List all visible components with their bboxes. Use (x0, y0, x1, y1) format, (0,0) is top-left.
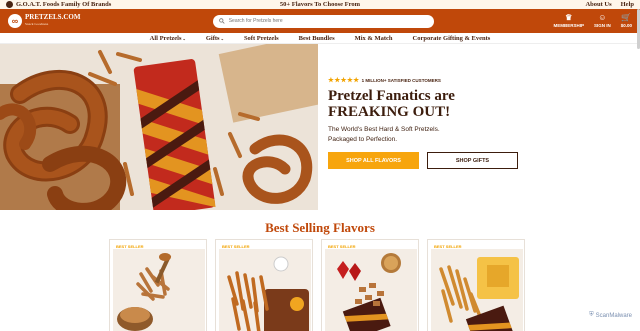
product-card[interactable]: BEST SELLER (321, 239, 419, 331)
rating-row: ★★★★★ 1 MILLION+ SATISFIED CUSTOMERS (328, 76, 628, 84)
logo-text: PRETZELS.COM (25, 13, 81, 21)
shop-all-flavors-button[interactable]: SHOP ALL FLAVORS (328, 152, 419, 169)
product-image (431, 249, 523, 331)
nav-label: Gifts (205, 34, 220, 42)
crown-icon: ♛ (565, 13, 573, 22)
pretzel-logo-icon: ∞ (8, 14, 22, 28)
nav-item-mix-match[interactable]: Mix & Match (345, 35, 403, 42)
shield-icon: ⛨ (589, 312, 594, 318)
best-selling-title: Best Selling Flavors (265, 220, 375, 235)
main-header: ∞ PRETZELS.COM Snack Goodness ♛ MEMBERSH… (0, 9, 640, 33)
help-link[interactable]: Help (621, 1, 634, 8)
product-card[interactable]: BEST SELLER (215, 239, 313, 331)
search-icon (219, 18, 225, 24)
cart-icon: 🛒 (621, 13, 632, 22)
membership-button[interactable]: ♛ MEMBERSHIP (553, 13, 584, 29)
shop-gifts-button[interactable]: SHOP GIFTS (427, 152, 518, 169)
site-logo[interactable]: ∞ PRETZELS.COM Snack Goodness (8, 14, 213, 28)
chevron-down-icon: ⌄ (220, 35, 224, 41)
brand-family-link[interactable]: G.O.A.T. Foods Family Of Brands (16, 1, 111, 8)
nav-item-corporate-gifting[interactable]: Corporate Gifting & Events (403, 35, 501, 42)
nav-item-soft-pretzels[interactable]: Soft Pretzels (234, 35, 289, 42)
hero-subtitle: The World's Best Hard & Soft Pretzels. P… (328, 125, 628, 145)
product-card[interactable]: BEST SELLER (427, 239, 525, 331)
sign-in-label: SIGN IN (593, 23, 611, 28)
hero-sub-line2: Packaged to Perfection. (328, 136, 398, 143)
hero-image (0, 44, 318, 210)
hero-title: Pretzel Fanatics are FREAKING OUT! (328, 88, 628, 120)
membership-label: MEMBERSHIP (553, 23, 584, 28)
product-image (219, 249, 311, 331)
watermark-text: ScanMalware (595, 312, 632, 319)
logo-subtext: Snack Goodness (25, 22, 49, 26)
cart-total: $0.00 (620, 23, 632, 28)
chevron-down-icon: ⌄ (182, 35, 186, 41)
user-icon: ☺ (598, 13, 607, 22)
promo-text: 50+ Flavors To Choose From (279, 1, 361, 8)
goat-logo-icon (6, 1, 13, 8)
product-image (113, 249, 205, 331)
cart-button[interactable]: 🛒 $0.00 (620, 13, 632, 29)
search-bar[interactable] (213, 14, 434, 28)
hero-title-line1: Pretzel Fanatics are (328, 88, 455, 104)
product-grid: BEST SELLER BEST SELLER BEST SELLER BEST… (109, 239, 525, 331)
watermark: ⛨ ScanMalware (589, 312, 632, 319)
main-nav: All Pretzels⌄ Gifts⌄ Soft Pretzels Best … (0, 33, 640, 44)
hero-sub-line1: The World's Best Hard & Soft Pretzels. (328, 126, 440, 133)
product-card[interactable]: BEST SELLER (109, 239, 207, 331)
rating-text: 1 MILLION+ SATISFIED CUSTOMERS (361, 77, 441, 83)
rating-stars-icon: ★★★★★ (328, 77, 360, 84)
nav-item-best-bundles[interactable]: Best Bundles (289, 35, 345, 42)
nav-item-gifts[interactable]: Gifts⌄ (196, 35, 234, 42)
nav-label: All Pretzels (149, 34, 182, 42)
top-bar: G.O.A.T. Foods Family Of Brands 50+ Flav… (0, 0, 640, 9)
about-us-link[interactable]: About Us (585, 1, 611, 8)
search-input[interactable] (228, 18, 428, 24)
hero-title-line2: FREAKING OUT! (328, 104, 451, 120)
nav-item-all-pretzels[interactable]: All Pretzels⌄ (140, 35, 196, 42)
product-image (325, 249, 417, 331)
hero-section: ★★★★★ 1 MILLION+ SATISFIED CUSTOMERS Pre… (0, 44, 640, 210)
sign-in-button[interactable]: ☺ SIGN IN (593, 13, 611, 29)
